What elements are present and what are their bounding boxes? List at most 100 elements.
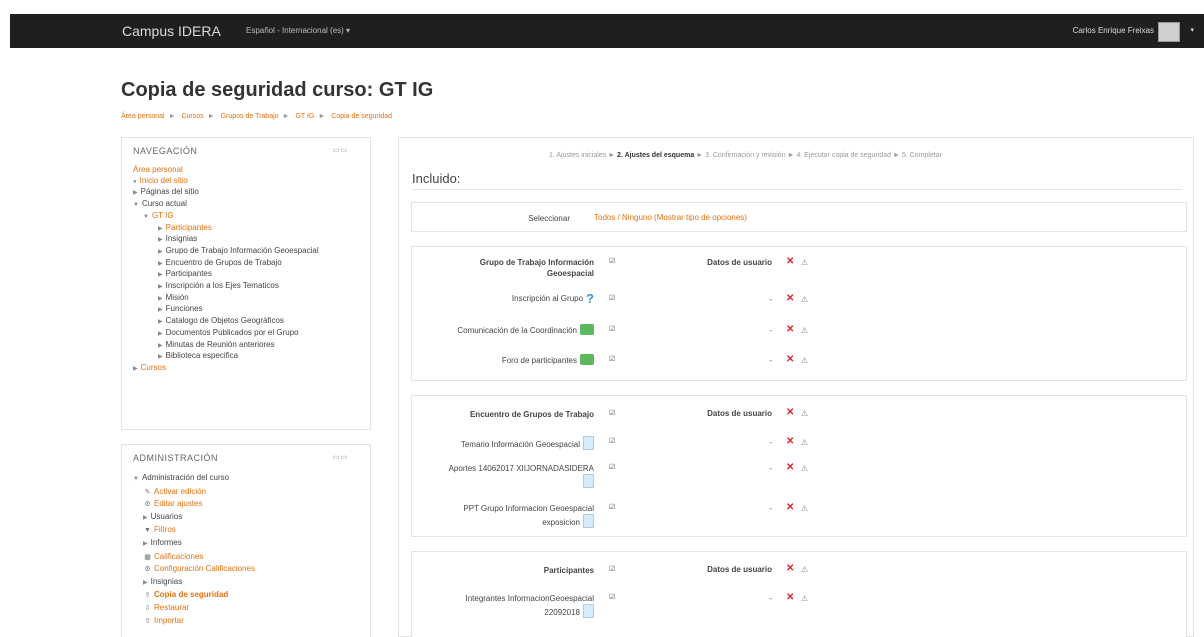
admin-item-curso[interactable]: Administración del curso bbox=[142, 473, 229, 482]
chevron-right-icon[interactable]: ▶ bbox=[158, 354, 163, 360]
nav-item-insignias[interactable]: Insignias bbox=[166, 234, 198, 243]
activity-include-checkbox[interactable]: ☑ bbox=[609, 356, 617, 364]
breadcrumb-item-copia[interactable]: Copia de seguridad bbox=[331, 113, 392, 120]
nav-item-participantes-section[interactable]: Participantes bbox=[166, 269, 212, 278]
nav-item-paginas[interactable]: Páginas del sitio bbox=[141, 187, 199, 196]
breadcrumb-item-grupos[interactable]: Grupos de Trabajo bbox=[221, 113, 279, 120]
nav-item-cursos[interactable]: Cursos bbox=[141, 363, 166, 372]
activity-include-checkbox[interactable]: ☑ bbox=[609, 464, 617, 472]
nav-item-mision[interactable]: Misión bbox=[166, 293, 189, 302]
section-include-checkbox[interactable]: ☑ bbox=[609, 258, 617, 266]
section-title-line: Participantes bbox=[543, 566, 594, 575]
chevron-right-icon[interactable]: ▶ bbox=[158, 319, 163, 325]
activity-include-checkbox[interactable]: ☑ bbox=[609, 326, 617, 334]
section-include-checkbox[interactable]: ☑ bbox=[609, 410, 617, 418]
user-name-link[interactable]: Carlos Enrique Freixas bbox=[1073, 26, 1154, 35]
nav-item-catalogo[interactable]: Catalogo de Objetos Geográficos bbox=[166, 316, 284, 325]
nav-item-curso-actual[interactable]: Curso actual bbox=[142, 199, 187, 208]
admin-item-filtros[interactable]: Filtros bbox=[154, 525, 176, 534]
chevron-right-icon[interactable]: ▶ bbox=[158, 249, 163, 255]
nav-item-funciones[interactable]: Funciones bbox=[166, 304, 203, 313]
chevron-right-icon[interactable]: ▶ bbox=[143, 541, 148, 547]
chevron-right-icon[interactable]: ▶ bbox=[158, 272, 163, 278]
admin-item-insignias[interactable]: Insignias bbox=[151, 577, 183, 586]
chevron-down-icon[interactable]: ▼ bbox=[143, 214, 149, 220]
block-dock-icon[interactable]: ▭▭ bbox=[333, 146, 348, 154]
chevron-right-icon[interactable]: ▶ bbox=[158, 307, 163, 313]
nav-item-grupo-trabajo[interactable]: Grupo de Trabajo Información Geoespacial bbox=[166, 246, 319, 255]
chevron-right-icon[interactable]: ▶ bbox=[133, 190, 138, 196]
section-title-line: Grupo de Trabajo Información bbox=[479, 258, 594, 267]
chevron-right-icon[interactable]: ▶ bbox=[158, 284, 163, 290]
avatar[interactable] bbox=[1158, 22, 1180, 42]
admin-item-editar-ajustes[interactable]: Editar ajustes bbox=[154, 499, 202, 508]
navigation-block-title: NAVEGACIÓN bbox=[133, 146, 198, 156]
nav-item-minutas[interactable]: Minutas de Reunión anteriores bbox=[166, 340, 275, 349]
activity-label: Inscripción al Grupo? bbox=[511, 292, 594, 305]
nav-item-documentos[interactable]: Documentos Publicados por el Grupo bbox=[166, 328, 299, 337]
section-include-checkbox[interactable]: ☑ bbox=[609, 566, 617, 574]
admin-item-usuarios[interactable]: Usuarios bbox=[151, 512, 183, 521]
user-data-excluded-icon: ✕ bbox=[786, 354, 795, 365]
block-dock-icon[interactable]: ▭▭ bbox=[333, 453, 348, 461]
select-all-none-link[interactable]: Todos / Ninguno (Mostrar tipo de opcione… bbox=[594, 213, 747, 222]
chevron-right-icon[interactable]: ▶ bbox=[143, 580, 148, 586]
download-icon: ⇩ bbox=[144, 604, 151, 612]
nav-item-inscripcion[interactable]: Inscripción a los Ejes Tematicos bbox=[166, 281, 279, 290]
chevron-right-icon[interactable]: ▶ bbox=[158, 261, 163, 267]
section-panel: Encuentro de Grupos de Trabajo ☑ Datos d… bbox=[411, 395, 1187, 537]
table-icon: ▦ bbox=[144, 553, 151, 561]
wizard-arrow-icon: ► bbox=[608, 152, 616, 159]
activity-name: Inscripción al Grupo bbox=[511, 294, 584, 303]
chevron-right-icon[interactable]: ▶ bbox=[158, 343, 163, 349]
user-menu-caret-icon[interactable]: ▾ bbox=[1190, 26, 1194, 34]
activity-include-checkbox[interactable]: ☑ bbox=[609, 594, 617, 602]
chevron-down-icon[interactable]: ▼ bbox=[133, 202, 139, 208]
chevron-right-icon[interactable]: ▶ bbox=[143, 515, 148, 521]
warning-icon: ⚠ bbox=[801, 409, 809, 418]
section-title: Grupo de Trabajo Información Geoespacial bbox=[480, 257, 594, 279]
chevron-right-icon[interactable]: ▶ bbox=[158, 331, 163, 337]
nav-item-encuentro[interactable]: Encuentro de Grupos de Trabajo bbox=[166, 258, 282, 267]
nav-item-area-personal[interactable]: Área personal bbox=[133, 165, 183, 174]
user-data-excluded-icon: ✕ bbox=[786, 462, 795, 473]
activity-include-checkbox[interactable]: ☑ bbox=[609, 438, 617, 446]
nav-item-inicio[interactable]: Inicio del sitio bbox=[140, 176, 188, 185]
breadcrumb-item-gt-ig[interactable]: GT IG bbox=[295, 113, 314, 120]
site-brand-link[interactable]: Campus IDERA bbox=[122, 23, 221, 39]
breadcrumb-separator-icon: ► bbox=[207, 113, 215, 120]
file-icon bbox=[583, 514, 594, 528]
admin-item-activar-edicion[interactable]: Activar edición bbox=[154, 487, 206, 496]
admin-item-calificaciones[interactable]: Calificaciones bbox=[154, 552, 203, 561]
chevron-right-icon[interactable]: ▶ bbox=[158, 226, 163, 232]
chevron-right-icon[interactable]: ▶ bbox=[158, 296, 163, 302]
warning-icon: ⚠ bbox=[801, 356, 809, 365]
nav-item-biblioteca[interactable]: Biblioteca especifica bbox=[166, 351, 238, 360]
user-data-label: Datos de usuario bbox=[707, 565, 772, 574]
administration-tree: ▼ Administración del curso ✎ Activar edici… bbox=[133, 472, 368, 627]
activity-name: Integrantes InformacionGeoespacial bbox=[465, 594, 594, 603]
wizard-arrow-icon: ► bbox=[787, 152, 795, 159]
warning-icon: ⚠ bbox=[801, 504, 809, 513]
chevron-down-icon[interactable]: ▼ bbox=[133, 476, 139, 482]
activity-include-checkbox[interactable]: ☑ bbox=[609, 295, 617, 303]
admin-item-copia-seguridad[interactable]: Copia de seguridad bbox=[154, 590, 228, 599]
nav-item-gt-ig[interactable]: GT IG bbox=[152, 211, 174, 220]
chevron-right-icon[interactable]: ▶ bbox=[133, 366, 138, 372]
activity-include-checkbox[interactable]: ☑ bbox=[609, 504, 617, 512]
language-menu[interactable]: Español - Internacional (es) ▾ bbox=[246, 26, 350, 35]
chevron-right-icon[interactable]: ▶ bbox=[158, 237, 163, 243]
navigation-block: NAVEGACIÓN ▭▭ Área personal ● Inicio del … bbox=[121, 137, 371, 430]
nav-item-participantes[interactable]: Participantes bbox=[166, 223, 212, 232]
admin-item-importar[interactable]: Importar bbox=[154, 616, 184, 625]
wizard-step-3: 3. Confirmación y revisión bbox=[705, 152, 786, 159]
admin-item-informes[interactable]: Informes bbox=[151, 538, 182, 547]
breadcrumb-item-cursos[interactable]: Cursos bbox=[181, 113, 203, 120]
admin-item-config-calificaciones[interactable]: Configuración Calificaciones bbox=[154, 564, 255, 573]
warning-icon: ⚠ bbox=[801, 326, 809, 335]
activity-name-line2: exposicion bbox=[542, 518, 580, 527]
breadcrumb-item-area-personal[interactable]: Área personal bbox=[121, 113, 165, 120]
section-panel: Grupo de Trabajo Información Geoespacial… bbox=[411, 246, 1187, 381]
main-region: 1. Ajustes iniciales ► 2. Ajustes del es… bbox=[398, 137, 1194, 637]
admin-item-restaurar[interactable]: Restaurar bbox=[154, 603, 189, 612]
